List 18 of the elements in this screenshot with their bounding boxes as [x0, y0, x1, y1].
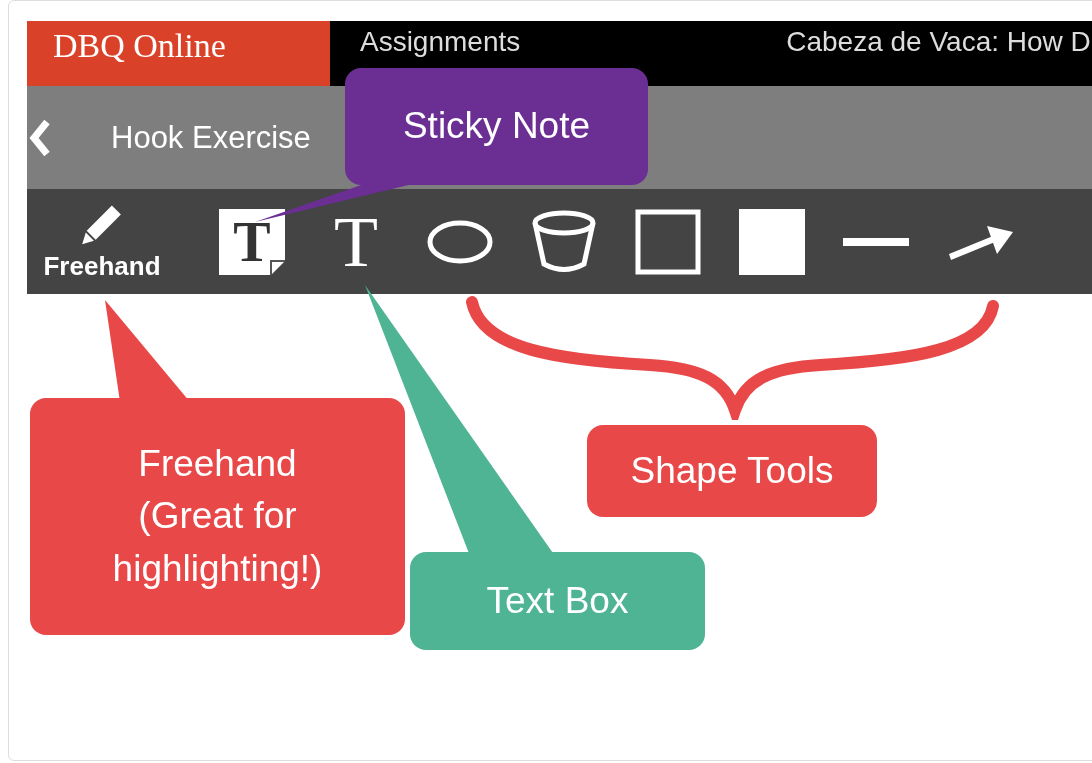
freehand-tool[interactable]: Freehand — [27, 201, 177, 282]
sticky-note-tool[interactable]: T — [217, 201, 287, 282]
back-icon[interactable] — [29, 117, 51, 158]
filled-square-icon — [739, 208, 805, 275]
brand-logo[interactable]: DBQ Online — [27, 21, 330, 86]
cylinder-icon — [531, 208, 597, 275]
callout-text: Text Box — [486, 578, 629, 623]
page-title: Hook Exercise — [111, 119, 311, 156]
nav-link[interactable]: Assignments — [359, 27, 521, 58]
square-icon — [635, 208, 701, 275]
nav-link[interactable]: Cabeza de Vaca: How Di — [786, 27, 1092, 58]
ellipse-icon — [427, 219, 493, 264]
callout-text: Sticky Note — [402, 104, 591, 149]
text-tool[interactable]: T — [321, 201, 391, 282]
note-icon — [219, 208, 285, 275]
callout-text: Freehand (Great for highlighting!) — [112, 441, 323, 591]
callout-text: Shape Tools — [630, 448, 834, 493]
arrow-icon — [947, 223, 1013, 260]
